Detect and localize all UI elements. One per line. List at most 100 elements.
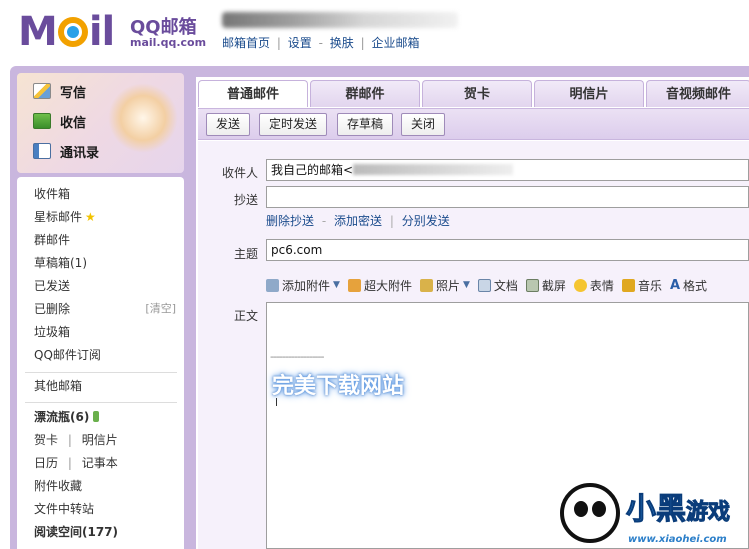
other-mailbox-link[interactable]: 其他邮箱 — [34, 377, 82, 395]
brand-url: mail.qq.com — [130, 36, 207, 49]
folder-deleted[interactable]: 已删除 — [34, 300, 70, 318]
chevron-down-icon[interactable]: ▼ — [333, 280, 340, 290]
large-attachment-button[interactable]: 超大附件 — [347, 277, 412, 294]
document-icon — [477, 278, 491, 292]
body-label: 正文 — [233, 309, 258, 323]
save-draft-button[interactable]: 存草稿 — [337, 113, 394, 136]
close-button[interactable]: 关闭 — [401, 113, 446, 136]
settings-link[interactable]: 设置 — [288, 36, 312, 50]
scheduled-send-button[interactable]: 定时发送 — [259, 113, 328, 136]
compose-toolbar: 发送 定时发送 存草稿 关闭 — [198, 108, 749, 140]
folder-subscriptions[interactable]: QQ邮件订阅 — [34, 346, 101, 364]
watermark-text: 完美下载网站 — [272, 374, 405, 399]
card-postcard-row: 贺卡 | 明信片 — [34, 431, 118, 449]
separator: | — [67, 433, 72, 447]
sidebar-background-art — [108, 83, 178, 153]
change-skin-link[interactable]: 换肤 — [330, 36, 354, 50]
mailbox-home-link[interactable]: 邮箱首页 — [222, 36, 270, 50]
photo-button[interactable]: 照片 ▼ — [419, 277, 470, 294]
text-format-icon: A — [669, 277, 681, 293]
folder-spam[interactable]: 垃圾箱 — [34, 323, 70, 341]
document-button[interactable]: 文档 — [477, 277, 518, 294]
big-attachment-icon — [347, 278, 361, 292]
screenshot-icon — [525, 278, 539, 292]
send-button[interactable]: 发送 — [206, 113, 251, 136]
cc-label: 抄送 — [233, 193, 258, 207]
folder-starred[interactable]: 星标邮件 ★ — [34, 208, 96, 226]
to-value: 我自己的邮箱< — [271, 163, 354, 177]
card-link[interactable]: 贺卡 — [34, 433, 58, 447]
compose-button[interactable]: 写信 — [33, 79, 86, 103]
format-label: 格式 — [683, 278, 708, 293]
contacts-button[interactable]: 通讯录 — [33, 139, 99, 163]
receive-button[interactable]: 收信 — [33, 109, 86, 133]
editor-tools: 添加附件 ▼ 超大附件 照片 ▼ 文档 截屏 表情 音乐 A 格式 — [266, 276, 715, 294]
drift-bottle-link[interactable]: 漂流瓶(6) — [34, 408, 100, 426]
enterprise-mail-link[interactable]: 企业邮箱 — [371, 36, 419, 50]
folder-starred-label: 星标邮件 — [34, 210, 83, 224]
add-bcc-link[interactable]: 添加密送 — [334, 214, 382, 228]
large-attachment-label: 超大附件 — [363, 278, 412, 293]
folder-list: 收件箱 星标邮件 ★ 群邮件 草稿箱(1) 已发送 已删除 [清空] 垃圾箱 QQ… — [17, 177, 184, 549]
folder-drafts[interactable]: 草稿箱(1) — [34, 254, 87, 272]
subject-label: 主题 — [233, 247, 258, 261]
receive-label: 收信 — [60, 115, 87, 131]
folder-group-mail[interactable]: 群邮件 — [34, 231, 70, 249]
attachments-link[interactable]: 附件收藏 — [34, 477, 82, 495]
tab-greeting-card[interactable]: 贺卡 — [422, 80, 532, 107]
music-button[interactable]: 音乐 — [621, 277, 662, 294]
emoji-button[interactable]: 表情 — [573, 277, 614, 294]
send-separately-link[interactable]: 分别发送 — [402, 214, 450, 228]
inbox-download-icon — [33, 113, 51, 129]
add-attachment-label: 添加附件 — [282, 278, 331, 293]
file-transfer-link[interactable]: 文件中转站 — [34, 500, 94, 518]
empty-trash-link[interactable]: [清空] — [145, 300, 176, 316]
signature-separator: ------------------ — [270, 350, 324, 363]
top-links: 邮箱首页 | 设置 - 换肤 | 企业邮箱 — [222, 34, 419, 51]
separator: | — [67, 456, 72, 470]
to-label: 收件人 — [221, 166, 258, 180]
calendar-link[interactable]: 日历 — [34, 456, 58, 470]
tab-postcard[interactable]: 明信片 — [534, 80, 644, 107]
subject-field[interactable]: pc6.com — [266, 239, 749, 261]
user-account-name-blurred — [222, 12, 458, 28]
tab-av-mail[interactable]: 音视频邮件 — [646, 80, 749, 107]
cc-field[interactable] — [266, 186, 749, 208]
screenshot-button[interactable]: 截屏 — [525, 277, 566, 294]
sidebar-actions: 写信 收信 通讯录 — [17, 73, 184, 173]
separator: - — [321, 214, 327, 228]
cc-options: 删除抄送 - 添加密送 | 分别发送 — [266, 212, 450, 229]
music-label: 音乐 — [637, 278, 662, 293]
photo-icon — [419, 278, 433, 292]
format-button[interactable]: A 格式 — [670, 277, 707, 294]
postcard-link[interactable]: 明信片 — [82, 433, 118, 447]
smiley-icon — [573, 278, 587, 292]
panda-mascot-icon — [560, 483, 620, 543]
to-field[interactable]: 我自己的邮箱< — [266, 159, 749, 181]
address-book-icon — [33, 143, 51, 159]
site-logo-url: www.xiaohei.com — [628, 534, 727, 545]
contacts-label: 通讯录 — [60, 145, 100, 161]
folder-sent[interactable]: 已发送 — [34, 277, 70, 295]
star-icon: ★ — [85, 210, 96, 224]
folder-inbox[interactable]: 收件箱 — [34, 185, 70, 203]
add-attachment-button[interactable]: 添加附件 ▼ — [266, 277, 340, 294]
separator: | — [389, 214, 394, 228]
divider — [25, 372, 177, 373]
remove-cc-link[interactable]: 删除抄送 — [266, 214, 314, 228]
paperclip-icon — [266, 278, 279, 292]
separator: | — [360, 36, 365, 50]
emoji-label: 表情 — [589, 278, 614, 293]
text-cursor — [276, 398, 277, 406]
notes-link[interactable]: 记事本 — [82, 456, 118, 470]
qq-mail-logo[interactable]: Mil — [18, 8, 115, 56]
screenshot-label: 截屏 — [541, 278, 566, 293]
chevron-down-icon[interactable]: ▼ — [463, 280, 470, 290]
tab-normal-mail[interactable]: 普通邮件 — [198, 80, 308, 107]
tab-group-mail[interactable]: 群邮件 — [310, 80, 420, 107]
separator: - — [318, 36, 323, 50]
document-label: 文档 — [493, 278, 518, 293]
site-logo-title-b: 游戏 — [685, 500, 731, 526]
reading-space-link[interactable]: 阅读空间(177) — [34, 523, 118, 541]
music-note-icon — [621, 278, 635, 292]
